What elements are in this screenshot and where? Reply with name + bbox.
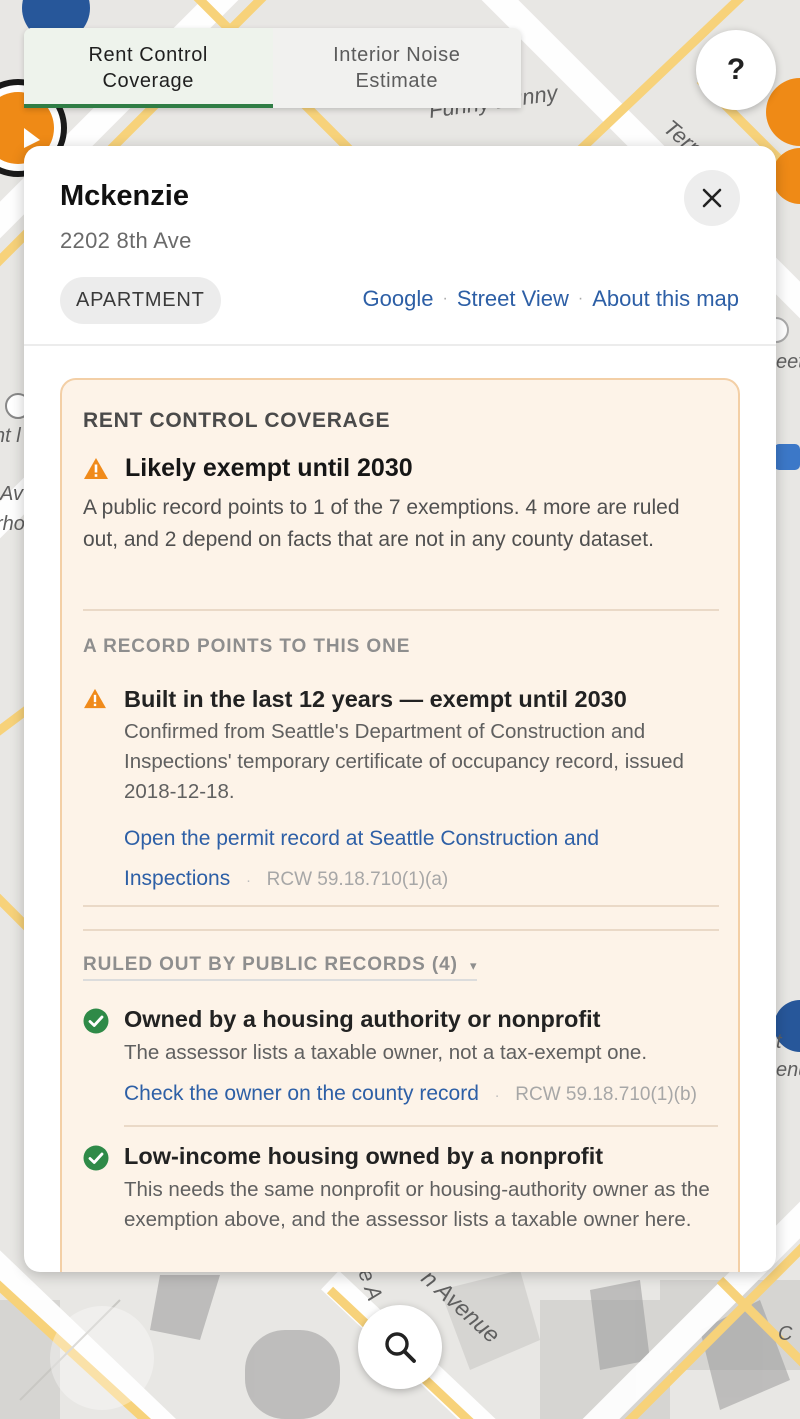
record-section-title: A RECORD POINTS TO THIS ONE [83, 636, 411, 657]
building-type-badge: APARTMENT [60, 277, 221, 324]
record-citation: RCW 59.18.710(1)(a) [266, 869, 449, 890]
warning-icon [84, 688, 106, 709]
location-indicator [50, 1306, 154, 1410]
link-separator: · [245, 872, 251, 889]
record-item-body: Confirmed from Seattle's Department of C… [124, 720, 684, 803]
building-address: 2202 8th Ave [60, 228, 192, 253]
permit-record-link-line1[interactable]: Open the permit record at Seattle Constr… [124, 827, 599, 850]
link-separator: · [494, 1087, 500, 1104]
mode-tabs: Rent Control Coverage Interior Noise Est… [24, 28, 521, 108]
street-view-link[interactable]: Street View [457, 286, 569, 312]
link-separator: · [577, 290, 584, 307]
check-icon [83, 1145, 109, 1171]
ruled-out-toggle[interactable]: RULED OUT BY PUBLIC RECORDS (4) ▾ [83, 954, 478, 981]
external-links: Google · Street View · About this map [363, 286, 739, 312]
check-icon [83, 1008, 109, 1034]
ruled-out-item-links: Check the owner on the county record · R… [124, 1078, 744, 1112]
ruled-out-item-body: The assessor lists a taxable owner, not … [124, 1041, 648, 1064]
record-item-title: Built in the last 12 years — exempt unti… [124, 686, 627, 712]
panel-header: Mckenzie 2202 8th Ave APARTMENT Google ·… [24, 146, 776, 346]
close-button[interactable] [684, 170, 740, 226]
divider [124, 1125, 718, 1127]
ruled-out-item-title: Owned by a housing authority or nonprofi… [124, 1006, 601, 1032]
record-item-links: Open the permit record at Seattle Constr… [124, 819, 714, 901]
divider [83, 929, 719, 931]
ruled-out-item-body: This needs the same nonprofit or housing… [124, 1178, 710, 1231]
ruled-out-title: RULED OUT BY PUBLIC RECORDS (4) [83, 954, 458, 975]
about-map-link[interactable]: About this map [592, 286, 739, 312]
map-label-right-a: eet [776, 351, 800, 373]
county-record-link[interactable]: Check the owner on the county record [124, 1082, 479, 1105]
search-icon [385, 1332, 416, 1363]
divider [83, 609, 719, 611]
ruled-out-citation: RCW 59.18.710(1)(b) [515, 1084, 697, 1105]
ruled-out-item-title: Low-income housing owned by a nonprofit [124, 1143, 604, 1169]
help-button[interactable]: ? [696, 30, 776, 110]
coverage-status-text: Likely exempt until 2030 [125, 454, 413, 482]
tab-label-line1: Interior Noise [333, 44, 461, 66]
help-icon: ? [726, 53, 746, 86]
map-label-left-c: nt l [0, 425, 21, 447]
coverage-section-title: RENT CONTROL COVERAGE [83, 409, 391, 432]
building-panel: Mckenzie 2202 8th Ave APARTMENT Google ·… [24, 146, 776, 1272]
rent-control-card: RENT CONTROL COVERAGE Likely exempt unti… [60, 378, 740, 1272]
permit-record-link-line2[interactable]: Inspections [124, 867, 230, 890]
map-label-left-a: Av [0, 483, 24, 505]
building-name: Mckenzie [60, 180, 189, 212]
search-button[interactable] [358, 1305, 442, 1389]
map-label-bottom-b: C [778, 1323, 793, 1345]
tab-label-line1: Rent Control [88, 44, 208, 66]
link-separator: · [442, 290, 448, 307]
map-label-left-b: rho [0, 513, 25, 535]
coverage-status: Likely exempt until 2030 [83, 454, 413, 483]
coverage-summary: A public record points to 1 of the 7 exe… [83, 496, 680, 551]
divider [83, 905, 719, 907]
tab-label-line2: Estimate [355, 70, 439, 92]
close-icon [702, 188, 722, 208]
tab-label-line2: Coverage [102, 70, 194, 92]
chevron-down-icon: ▾ [470, 958, 478, 973]
tab-rent-control-coverage[interactable]: Rent Control Coverage [24, 28, 273, 108]
map-label-right-c: enu [776, 1059, 800, 1081]
google-link[interactable]: Google [363, 286, 434, 312]
warning-icon [84, 458, 108, 479]
tab-interior-noise-estimate[interactable]: Interior Noise Estimate [273, 28, 522, 108]
